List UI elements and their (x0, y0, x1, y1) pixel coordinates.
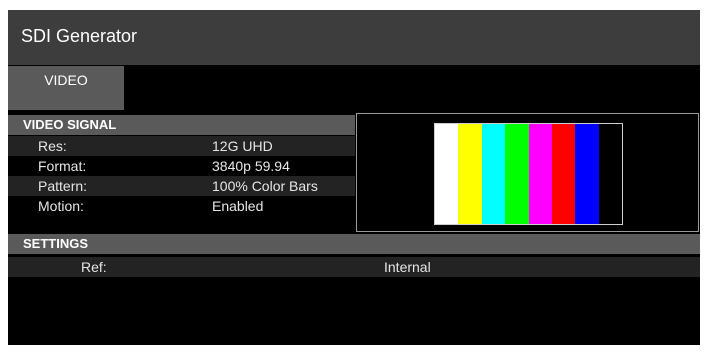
settings-header: SETTINGS (8, 234, 700, 254)
color-bar-1 (435, 124, 459, 224)
color-bar-4 (505, 124, 529, 224)
pattern-value[interactable]: 100% Color Bars (212, 176, 318, 196)
color-bar-7 (575, 124, 599, 224)
color-bar-5 (528, 124, 552, 224)
format-row: Format: 3840p 59.94 (8, 156, 355, 176)
color-bars (434, 123, 623, 225)
pattern-row: Pattern: 100% Color Bars (8, 176, 355, 196)
tab-video[interactable]: VIDEO (8, 66, 124, 110)
video-signal-header: VIDEO SIGNAL (8, 115, 355, 135)
color-bar-2 (458, 124, 482, 224)
motion-row: Motion: Enabled (8, 196, 355, 216)
format-label: Format: (38, 158, 87, 174)
ref-label: Ref: (81, 259, 107, 275)
title-bar: SDI Generator (8, 10, 700, 65)
color-bar-8 (598, 124, 622, 224)
ref-row: Ref: Internal (8, 257, 700, 277)
motion-label: Motion: (38, 198, 84, 214)
res-value[interactable]: 12G UHD (212, 136, 273, 156)
color-bar-6 (551, 124, 576, 224)
format-value[interactable]: 3840p 59.94 (212, 156, 290, 176)
color-bar-3 (481, 124, 506, 224)
res-row: Res: 12G UHD (8, 136, 355, 156)
pattern-preview (356, 113, 699, 232)
motion-value[interactable]: Enabled (212, 196, 263, 216)
app-title: SDI Generator (21, 26, 138, 46)
sdi-generator-window: SDI Generator VIDEO VIDEO SIGNAL Res: 12… (8, 10, 700, 345)
ref-value[interactable]: Internal (384, 257, 431, 277)
tab-bar: VIDEO (8, 65, 700, 112)
res-label: Res: (38, 138, 67, 154)
pattern-label: Pattern: (38, 178, 88, 194)
